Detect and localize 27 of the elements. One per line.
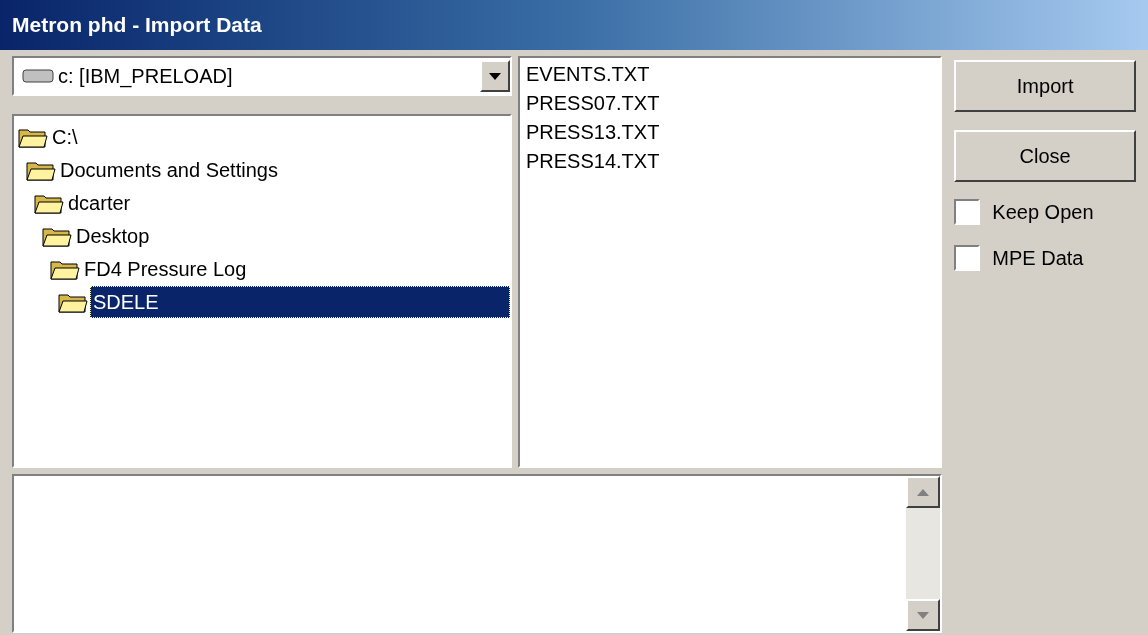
folder-item[interactable]: Desktop [74, 220, 152, 251]
scroll-up-button[interactable] [906, 476, 941, 508]
up-arrow-icon [917, 488, 930, 496]
checkbox-label: Keep Open [992, 200, 1094, 225]
drive-dropdown[interactable]: c: [IBM_PRELOAD] [12, 56, 512, 96]
folder-item[interactable]: dcarter [66, 187, 133, 218]
checkbox[interactable] [954, 245, 981, 271]
down-arrow-icon [917, 611, 930, 619]
dialog-button[interactable]: Close [954, 130, 1136, 182]
file-item[interactable]: PRESS13.TXT [526, 118, 941, 147]
file-item[interactable]: EVENTS.TXT [526, 60, 941, 89]
dialog-button[interactable]: Import [954, 60, 1136, 112]
checkbox[interactable] [954, 199, 981, 225]
folder-item[interactable]: Documents and Settings [58, 154, 280, 185]
scrollbar[interactable] [906, 476, 941, 631]
window-title: Metron phd - Import Data [12, 12, 262, 39]
folder-item[interactable]: SDELE [90, 285, 510, 318]
caret-icon [489, 72, 501, 80]
drive-icon [22, 68, 54, 84]
checkbox-label: MPE Data [992, 246, 1084, 271]
file-item[interactable]: PRESS07.TXT [526, 89, 941, 118]
scroll-down-button[interactable] [906, 599, 941, 631]
folder-item[interactable]: FD4 Pressure Log [82, 253, 249, 284]
drive-label: c: [IBM_PRELOAD] [58, 64, 234, 90]
file-item[interactable]: PRESS14.TXT [526, 147, 941, 176]
folder-item[interactable]: C:\ [50, 121, 80, 152]
dropdown-button[interactable] [480, 60, 510, 92]
